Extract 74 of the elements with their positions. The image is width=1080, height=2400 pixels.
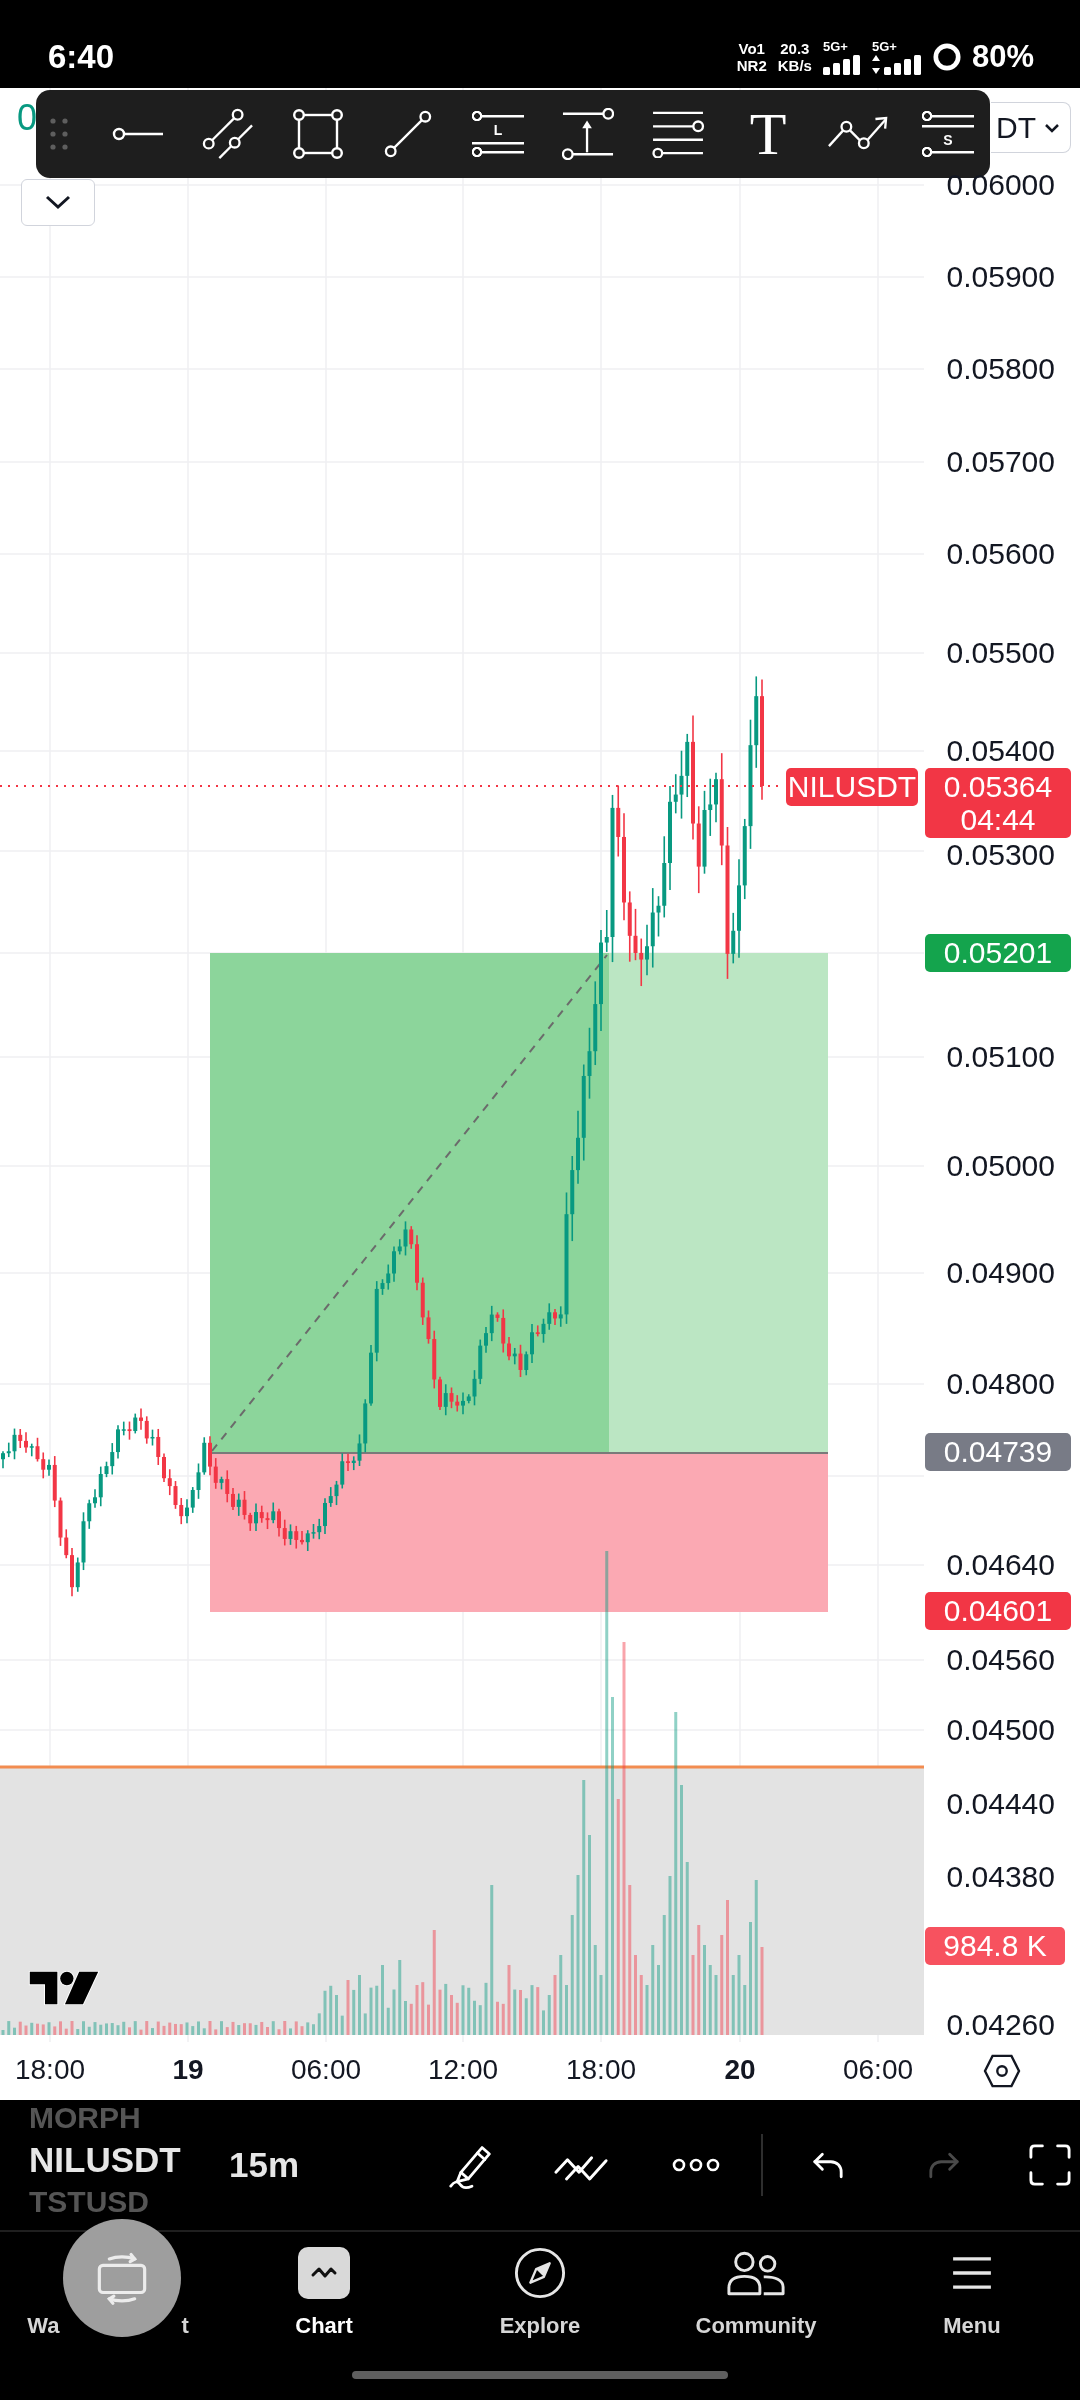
battery-icon (932, 43, 961, 71)
price-range-icon (562, 108, 614, 160)
settings-icon[interactable] (983, 2054, 1021, 2088)
network-status-text: KB/s (777, 57, 812, 74)
price-axis-label: 0.04900 (946, 1256, 1055, 1290)
time-axis-label: 06:00 (290, 2053, 362, 2087)
price-axis-label: 0.05400 (946, 734, 1055, 768)
fullscreen-icon (1029, 2144, 1071, 2186)
network-type-label: 5G+ (822, 39, 848, 54)
price-axis-label: 0.05700 (946, 445, 1055, 479)
price-axis-label: 0.05800 (946, 352, 1055, 386)
text-tool-button[interactable]: T (736, 102, 800, 166)
trend-line-icon (384, 110, 432, 158)
network-status-text: NR2 (736, 57, 767, 74)
stop-loss-price-tag: 0.04601 (925, 1592, 1071, 1630)
price-axis-label: 0.04440 (946, 1787, 1055, 1821)
long-position-tool-button[interactable]: L (472, 111, 524, 157)
chevron-down-icon (1044, 122, 1060, 133)
price-axis-label: 0.05000 (946, 1149, 1055, 1183)
price-axis-label: 0.05600 (946, 537, 1055, 571)
interval-button[interactable]: 15m (229, 2143, 349, 2187)
legend-value: 0 (17, 98, 38, 138)
clock-time: 6:40 (48, 38, 115, 76)
price-axis-label: 0.04380 (946, 1860, 1055, 1894)
nav-tab[interactable]: Menu (943, 2246, 1001, 2339)
price-axis-label: 0.04560 (946, 1643, 1055, 1677)
time-axis-label: 20 (724, 2053, 756, 2087)
price-axis-label: 0.05500 (946, 636, 1055, 670)
symbol-price-tag: NILUSDT (786, 768, 918, 806)
price-axis-label: 0.04640 (946, 1548, 1055, 1582)
horizontal-lines-icon (651, 110, 705, 158)
network-status-text: 20.3 (780, 40, 810, 57)
compass-icon (514, 2247, 566, 2299)
price-axis-label: 0.04800 (946, 1367, 1055, 1401)
price-axis-label: 0.05900 (946, 260, 1055, 294)
symbol-selector[interactable]: DT (991, 102, 1071, 153)
parallel-channel-icon (202, 108, 254, 160)
undo-icon (812, 2151, 844, 2179)
time-axis-label: 19 (172, 2053, 204, 2087)
horizontal-ray-icon (112, 127, 164, 141)
symbol-list-item[interactable]: NILUSDT (29, 2132, 229, 2188)
nav-tab-label[interactable]: t (181, 2313, 189, 2339)
take-profit-price-tag: 0.05201 (925, 934, 1071, 972)
nav-tab[interactable]: Explore (499, 2246, 581, 2339)
chart-icon (298, 2247, 350, 2299)
time-axis-label: 06:00 (842, 2053, 914, 2087)
time-axis-label: 12:00 (427, 2053, 499, 2087)
bar-countdown: 04:44 (960, 803, 1036, 836)
price-axis-label: 0.04500 (946, 1713, 1055, 1747)
network-status-text: Vo1 (738, 40, 765, 57)
price-axis-label: 0.05300 (946, 838, 1055, 872)
time-axis-label: 18:00 (14, 2053, 86, 2087)
rectangle-icon (293, 109, 343, 159)
time-axis-label: 18:00 (565, 2053, 637, 2087)
menu-icon (951, 2256, 993, 2290)
logo-icon (27, 1969, 101, 2007)
chevron-down-icon (45, 195, 71, 210)
drag-handle-icon[interactable] (50, 118, 68, 150)
redo-icon (928, 2151, 960, 2179)
nav-tab[interactable]: Chart (295, 2246, 353, 2339)
price-axis-label: 0.05100 (946, 1040, 1055, 1074)
entry-price-tag: 0.04739 (925, 1433, 1071, 1471)
price-axis-label: 0.06000 (946, 168, 1055, 202)
price-axis-label: 0.04260 (946, 2008, 1055, 2042)
short-position-tool-button[interactable]: S (922, 111, 974, 157)
nav-tab-label[interactable]: Wa (27, 2313, 60, 2339)
people-icon (726, 2250, 786, 2296)
network-type-label: 5G+ (871, 39, 897, 54)
collapse-button[interactable] (21, 179, 95, 226)
last-price-value: 0.05364 (943, 770, 1053, 803)
nav-tab[interactable]: Community (695, 2246, 817, 2339)
more-icon (672, 2158, 720, 2172)
volume-value-tag: 984.8 K (925, 1927, 1065, 1965)
battery-percent: 80% (971, 39, 1034, 75)
